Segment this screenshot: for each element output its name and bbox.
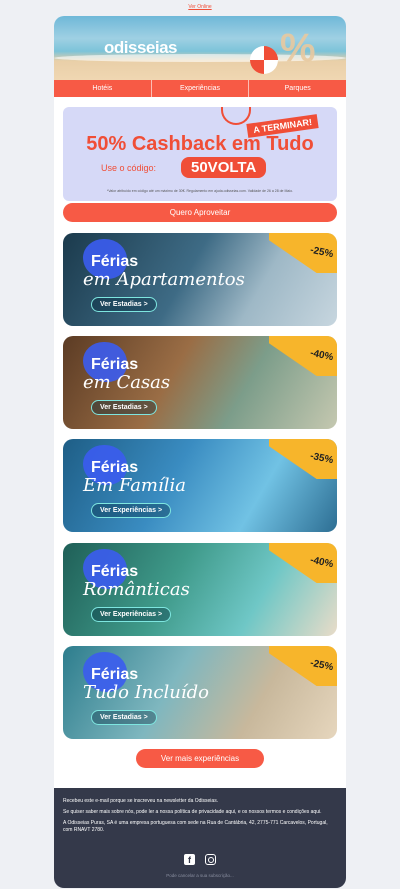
header-banner: odisseias % [54, 16, 346, 80]
promo-code-label: Use o código: [101, 163, 157, 173]
discount-ribbon: -25% [269, 233, 337, 273]
ver-estadias-button[interactable]: Ver Estadias > [91, 710, 157, 725]
footer-company-info: A Odisseias Puras, SA é uma empresa port… [63, 820, 328, 833]
nav-experiencias[interactable]: Experiências [152, 80, 250, 97]
promo-fine-print: *Valor atribuído em código até um máximo… [106, 189, 294, 193]
footer: Recebeu este e-mail porque se inscreveu … [54, 788, 346, 888]
social-links: f [54, 854, 346, 865]
facebook-icon[interactable]: f [184, 854, 195, 865]
discount-ribbon: -40% [269, 543, 337, 583]
view-online-link[interactable]: Ver Online [0, 4, 400, 10]
discount-value: -25% [308, 657, 334, 674]
beach-ball-icon [250, 46, 278, 74]
quero-aproveitar-button[interactable]: Quero Aproveitar [63, 203, 337, 222]
promo-code: 50VOLTA [181, 157, 267, 178]
ver-mais-experiencias-button[interactable]: Ver mais experiências [136, 749, 264, 768]
discount-value: -35% [308, 450, 334, 467]
ver-experiencias-button[interactable]: Ver Experiências > [91, 503, 172, 518]
tile-subtitle: em Apartamentos [83, 269, 245, 290]
tile-subtitle: Tudo Incluído [83, 682, 209, 703]
tile-tudo-incluido[interactable]: Férias Tudo Incluído Ver Estadias > -25% [63, 646, 337, 739]
footer-subscription-note: Recebeu este e-mail porque se inscreveu … [63, 798, 219, 804]
ver-experiencias-button[interactable]: Ver Experiências > [91, 607, 172, 622]
tile-subtitle: Em Família [83, 475, 186, 496]
cashback-promo-banner[interactable]: A TERMINAR! 50% Cashback em Tudo Use o c… [63, 107, 337, 201]
percent-icon: % [280, 26, 316, 70]
nav-parques[interactable]: Parques [249, 80, 346, 97]
tile-apartamentos[interactable]: Férias em Apartamentos Ver Estadias > -2… [63, 233, 337, 326]
instagram-icon[interactable] [205, 854, 216, 865]
tile-subtitle: Românticas [83, 579, 190, 600]
hot-air-balloon-icon [221, 107, 251, 125]
discount-ribbon: -40% [269, 336, 337, 376]
promo-headline: 50% Cashback em Tudo [86, 133, 314, 155]
unsubscribe-link[interactable]: Pode cancelar a sua subscrição... [54, 872, 346, 879]
discount-value: -25% [308, 244, 334, 261]
tile-subtitle: em Casas [83, 372, 171, 393]
main-nav: Hotéis Experiências Parques [54, 80, 346, 97]
discount-ribbon: -25% [269, 646, 337, 686]
odisseias-logo[interactable]: odisseias [104, 38, 178, 58]
tile-romanticas[interactable]: Férias Românticas Ver Experiências > -40… [63, 543, 337, 636]
ver-estadias-button[interactable]: Ver Estadias > [91, 297, 157, 312]
tile-casas[interactable]: Férias em Casas Ver Estadias > -40% [63, 336, 337, 429]
discount-ribbon: -35% [269, 439, 337, 479]
footer-privacy-note[interactable]: Se quiser saber mais sobre nós, pode ler… [63, 809, 337, 816]
tile-familia[interactable]: Férias Em Família Ver Experiências > -35… [63, 439, 337, 532]
nav-hoteis[interactable]: Hotéis [54, 80, 152, 97]
email-card: odisseias % Hotéis Experiências Parques … [54, 16, 346, 888]
ver-estadias-button[interactable]: Ver Estadias > [91, 400, 157, 415]
discount-value: -40% [308, 554, 334, 571]
discount-value: -40% [308, 347, 334, 364]
